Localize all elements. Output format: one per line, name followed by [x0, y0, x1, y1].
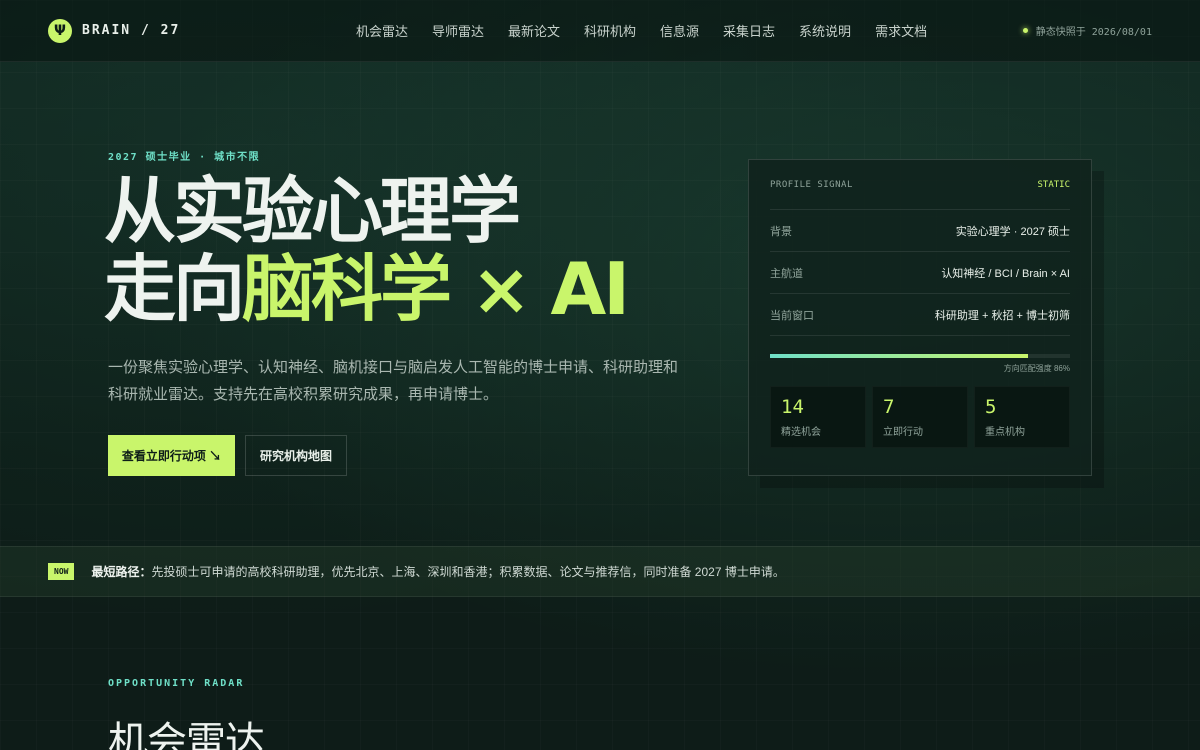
now-badge: NOW	[48, 563, 75, 580]
brand[interactable]: Ψ BRAIN / 27	[48, 18, 181, 43]
nav-research-institutes[interactable]: 科研机构	[584, 21, 636, 40]
top-header: Ψ BRAIN / 27 机会雷达 导师雷达 最新论文 科研机构 信息源 采集日…	[0, 0, 1200, 62]
hero-title: 从实验心理学 走向脑科学 × AI	[104, 169, 630, 331]
stat-value: 5	[985, 396, 997, 418]
stat-label: 立即行动	[883, 427, 923, 438]
profile-row: 当前窗口 科研助理 + 秋招 + 博士初筛	[770, 294, 1070, 336]
profile-row: 背景 实验心理学 · 2027 硕士	[770, 210, 1070, 252]
snapshot-text: 静态快照于 2026/08/01	[1035, 27, 1152, 38]
hero: 2027 硕士毕业 · 城市不限 从实验心理学 走向脑科学 × AI 一份聚焦实…	[0, 62, 1200, 546]
stat-value: 7	[883, 396, 895, 418]
status-dot-icon	[1022, 28, 1028, 33]
strip-title: 最短路径：	[91, 565, 152, 579]
hero-eyebrow: 2027 硕士毕业 · 城市不限	[108, 152, 261, 163]
nav-advisor-radar[interactable]: 导师雷达	[432, 21, 484, 40]
section-title: 机会雷达	[108, 719, 265, 750]
card-header: PROFILE SIGNAL STATIC	[770, 160, 1070, 210]
stats-row: 14 精选机会 7 立即行动 5 重点机构	[770, 386, 1070, 448]
hero-title-accent: 脑科学 × AI	[242, 247, 630, 331]
hero-title-line2: 走向	[104, 247, 245, 331]
match-caption: 方向匹配强度 86%	[770, 363, 1070, 374]
profile-row: 主航道 认知神经 / BCI / Brain × AI	[770, 252, 1070, 294]
card-label: PROFILE SIGNAL	[770, 179, 853, 190]
match-progress-fill	[770, 354, 1028, 358]
strip-text: 最短路径：先投硕士可申请的高校科研助理，优先北京、上海、深圳和香港；积累数据、论…	[91, 563, 784, 580]
stat-tile[interactable]: 5 重点机构	[974, 386, 1070, 448]
opportunity-section: OPPORTUNITY RADAR 机会雷达	[0, 597, 1200, 750]
view-action-items-button[interactable]: 查看立即行动项 ↘	[108, 435, 235, 476]
nav-crawl-log[interactable]: 采集日志	[723, 21, 775, 40]
nav-latest-papers[interactable]: 最新论文	[508, 21, 560, 40]
stat-label: 精选机会	[781, 427, 821, 438]
card-status-badge: STATIC	[1037, 179, 1070, 190]
nav-requirements[interactable]: 需求文档	[875, 21, 927, 40]
strip-body: 先投硕士可申请的高校科研助理，优先北京、上海、深圳和香港；积累数据、论文与推荐信…	[151, 565, 785, 579]
profile-row-key: 当前窗口	[770, 309, 814, 322]
profile-row-key: 主航道	[770, 267, 803, 280]
institute-map-button[interactable]: 研究机构地图	[245, 435, 347, 476]
hero-lead: 一份聚焦实验心理学、认知神经、脑机接口与脑启发人工智能的博士申请、科研助理和科研…	[108, 359, 679, 403]
nav-sources[interactable]: 信息源	[660, 21, 699, 40]
stat-tile[interactable]: 7 立即行动	[872, 386, 968, 448]
stat-value: 14	[781, 396, 804, 418]
brand-name: BRAIN / 27	[82, 23, 181, 38]
hero-title-line1: 从实验心理学	[104, 169, 521, 253]
stat-label: 重点机构	[985, 427, 1025, 438]
stat-tile[interactable]: 14 精选机会	[770, 386, 866, 448]
match-label: 方向匹配强度	[1003, 364, 1052, 373]
nav-opportunity-radar[interactable]: 机会雷达	[356, 21, 408, 40]
section-eyebrow: OPPORTUNITY RADAR	[108, 678, 245, 689]
profile-row-value: 科研助理 + 秋招 + 博士初筛	[934, 309, 1070, 322]
snapshot-status: 静态快照于 2026/08/01	[1022, 23, 1152, 38]
main-nav: 机会雷达 导师雷达 最新论文 科研机构 信息源 采集日志 系统说明 需求文档	[356, 21, 927, 40]
match-value: 86%	[1053, 364, 1070, 373]
brain-logo-icon: Ψ	[48, 18, 72, 43]
profile-signal-card: PROFILE SIGNAL STATIC 背景 实验心理学 · 2027 硕士…	[748, 159, 1092, 476]
profile-row-key: 背景	[770, 225, 792, 238]
nav-system-docs[interactable]: 系统说明	[799, 21, 851, 40]
now-strip: NOW 最短路径：先投硕士可申请的高校科研助理，优先北京、上海、深圳和香港；积累…	[0, 546, 1200, 597]
profile-row-value: 认知神经 / BCI / Brain × AI	[941, 267, 1070, 280]
profile-row-value: 实验心理学 · 2027 硕士	[955, 225, 1070, 238]
match-progress-bar	[770, 354, 1070, 358]
